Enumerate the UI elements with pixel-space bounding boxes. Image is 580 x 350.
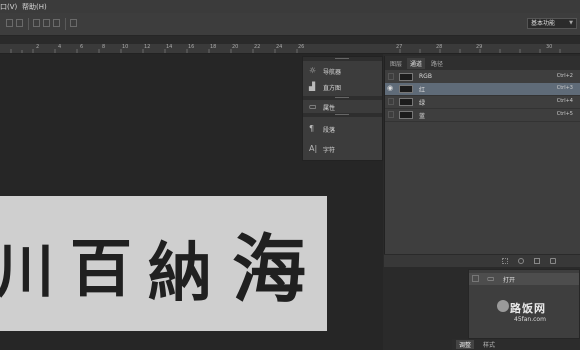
action-label: 打开 [503,277,516,284]
tab-adjustments[interactable]: 调整 [456,340,475,349]
ruler-label: 8 [102,44,106,50]
channel-thumbnail [399,73,413,81]
distribute-left-icon[interactable] [33,19,40,27]
load-selection-icon[interactable] [502,258,508,264]
ruler-label: 22 [254,44,261,50]
dock-item-label: 属性 [323,105,336,111]
toolbar-divider [28,18,29,30]
visibility-toggle[interactable] [388,98,394,105]
character-icon: A| [309,144,318,153]
channel-shortcut: Ctrl+4 [556,98,573,104]
dock-grip[interactable] [303,57,382,61]
distribute-center-icon[interactable] [43,19,50,27]
options-bar [0,13,580,36]
menu-window[interactable]: 口(V) [0,2,17,12]
dock-item-histogram[interactable]: ▟ 直方图 [303,79,382,95]
channel-shortcut: Ctrl+3 [556,85,573,91]
watermark-site: 45fan.com [514,316,546,323]
chevron-down-icon: ▼ [569,20,573,26]
channel-name: 绿 [419,100,426,107]
channels-panel: 图层 通道 路径 RGB Ctrl+2 ◉ 红 Ctrl+3 绿 Ctrl+4 … [384,56,580,266]
ruler-label: 2 [36,44,40,50]
properties-icon: ▭ [309,102,317,111]
dock-item-character[interactable]: A| 字符 [303,141,382,157]
tab-channels[interactable]: 通道 [407,58,426,69]
ruler-label: 28 [436,44,443,50]
visibility-toggle[interactable] [388,111,394,118]
ruler-label: 18 [210,44,217,50]
dock-item-label: 字符 [323,147,336,154]
ruler-label: 20 [232,44,239,50]
dock-item-label: 段落 [323,127,336,134]
ruler-ticks [10,49,561,53]
paragraph-icon: ¶ [309,124,315,133]
visibility-toggle[interactable] [388,73,394,80]
channel-thumbnail [399,85,413,93]
channel-name: 蓝 [419,113,426,120]
tab-styles[interactable]: 样式 [480,340,498,349]
menu-bar: 口(V) 帮助(H) [0,0,580,13]
dock-grip[interactable] [303,113,382,117]
distribute-right-icon[interactable] [53,19,60,27]
ruler-label: 12 [144,44,151,50]
ruler-label: 26 [298,44,305,50]
channel-row-blue[interactable]: 蓝 Ctrl+5 [385,109,580,122]
ruler-label: 4 [58,44,62,50]
dock-item-paragraph[interactable]: ¶ 段落 [303,121,382,137]
folder-icon: ▭ [487,274,495,283]
ruler-label: 29 [476,44,483,50]
collapsed-panel-dock: ☼ 导航器 ▟ 直方图 ▭ 属性 ¶ 段落 A| 字符 [302,56,383,161]
ruler-label: 14 [166,44,173,50]
action-row-open[interactable]: ▭ 打开 [469,273,579,285]
new-channel-icon[interactable] [534,258,540,264]
ruler-label: 30 [546,44,553,50]
calligraphy-char: 海 [232,227,306,313]
save-selection-icon[interactable] [518,258,524,264]
dock-item-label: 导航器 [323,69,342,76]
ruler-label: 6 [80,44,84,50]
channel-shortcut: Ctrl+5 [556,111,573,117]
workspace-label: 基本功能 [531,20,556,27]
ruler-label: 10 [122,44,129,50]
channel-thumbnail [399,98,413,106]
workspace-select[interactable]: 基本功能 ▼ [527,18,577,29]
bottom-panel-tabs: 调整 样式 [452,339,580,350]
calligraphy-char: 納 [148,236,212,311]
channel-row-green[interactable]: 绿 Ctrl+4 [385,96,580,109]
panel-tab-bar: 图层 通道 路径 [385,56,580,70]
tab-layers[interactable]: 图层 [387,58,405,69]
channel-shortcut: Ctrl+2 [556,73,573,79]
channel-thumbnail [399,111,413,119]
navigator-icon: ☼ [309,66,317,75]
calligraphy-char: 川 [0,237,55,305]
channels-bottom-bar [384,254,580,267]
calligraphy-image[interactable]: 川 百 納 海 [0,196,327,331]
ruler-label: 27 [396,44,403,50]
tab-paths[interactable]: 路径 [428,58,446,69]
watermark-globe-icon [497,300,509,312]
toolbar-divider [65,18,66,30]
align-left-icon[interactable] [6,19,13,27]
dock-item-navigator[interactable]: ☼ 导航器 [303,63,382,79]
ruler-label: 24 [276,44,283,50]
histogram-icon: ▟ [309,82,316,91]
horizontal-ruler: 2 4 6 8 10 12 14 16 18 20 22 24 26 27 28… [0,44,580,54]
ruler-label: 16 [188,44,195,50]
menu-help[interactable]: 帮助(H) [22,2,47,12]
dock-item-properties[interactable]: ▭ 属性 [303,99,382,111]
dock-item-label: 直方图 [323,85,342,92]
auto-align-icon[interactable] [70,19,77,27]
watermark-logo: 路饭网 [510,302,546,315]
calligraphy-char: 百 [70,232,133,305]
channel-row-red[interactable]: ◉ 红 Ctrl+3 [385,83,580,96]
channel-name: RGB [419,73,432,80]
align-center-icon[interactable] [16,19,23,27]
eye-icon[interactable]: ◉ [387,84,393,92]
channel-name: 红 [419,87,426,94]
action-toggle-checkbox[interactable] [472,275,479,282]
trash-icon[interactable] [550,258,556,264]
